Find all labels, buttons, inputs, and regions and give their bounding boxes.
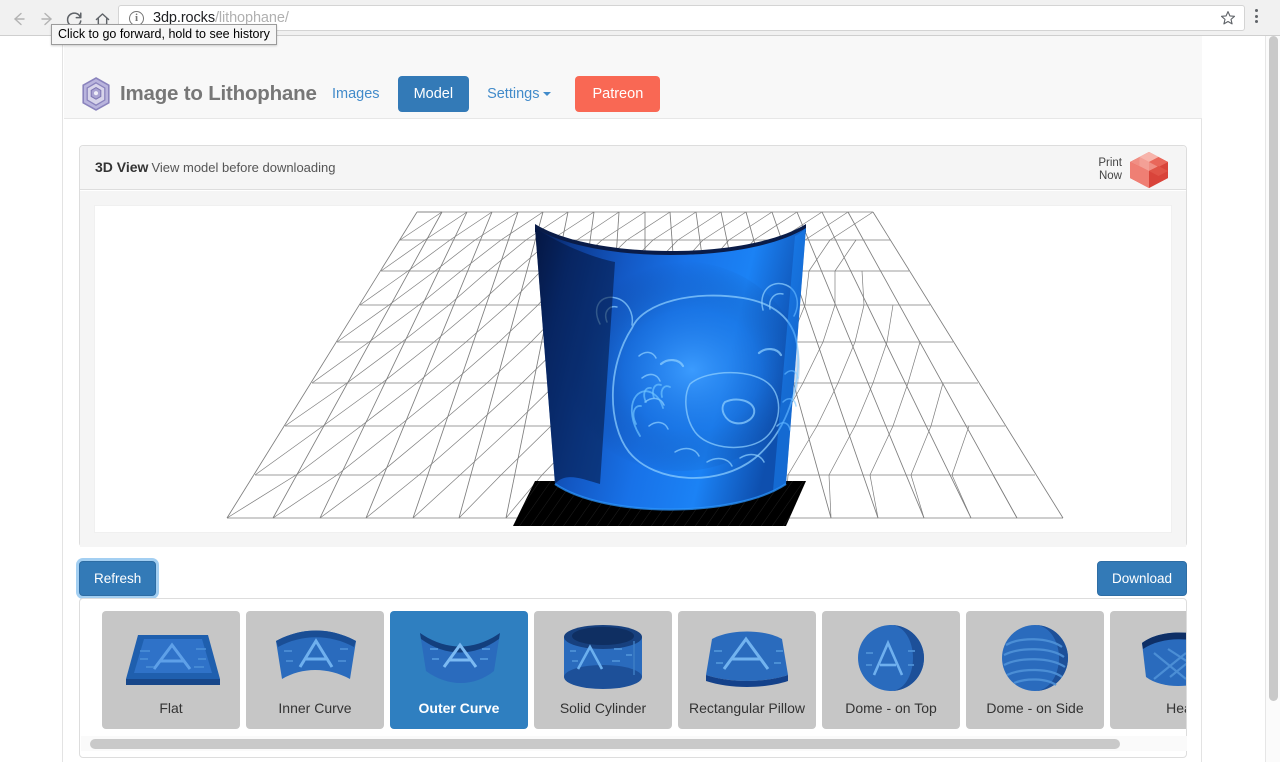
- shape-card-outer-curve[interactable]: Outer Curve: [390, 611, 528, 729]
- 3d-view-canvas-wrapper: [80, 191, 1186, 547]
- shape-label: Flat: [159, 700, 183, 716]
- address-bar[interactable]: i 3dp.rocks/lithophane/: [118, 5, 1245, 31]
- 3d-view-panel: 3D View View model before downloading Pri…: [79, 145, 1187, 547]
- dome-on-side-icon: [966, 619, 1104, 697]
- action-bar: Refresh Download: [79, 561, 1187, 597]
- shape-label: Dome - on Top: [845, 700, 937, 716]
- shape-card-flat[interactable]: Flat: [102, 611, 240, 729]
- gallery-scrollbar-thumb[interactable]: [90, 739, 1120, 749]
- shape-card-solid-cylinder[interactable]: Solid Cylinder: [534, 611, 672, 729]
- shape-gallery-strip: Flat Inner Curve Outer Curve Solid Cylin…: [102, 611, 1186, 729]
- solid-cylinder-icon: [534, 619, 672, 697]
- nav-link-images[interactable]: Images: [317, 76, 395, 112]
- shape-card-dome-on-top[interactable]: Dome - on Top: [822, 611, 960, 729]
- nav-button-model[interactable]: Model: [397, 76, 470, 112]
- shape-gallery-clip: Flat Inner Curve Outer Curve Solid Cylin…: [80, 611, 1186, 729]
- gallery-horizontal-scrollbar[interactable]: [81, 736, 1187, 751]
- nav-button-patreon[interactable]: Patreon: [575, 76, 661, 112]
- lithophane-model: [535, 224, 806, 511]
- print-now-line1: Print: [1098, 157, 1122, 169]
- shape-card-rectangular-pillow[interactable]: Rectangular Pillow: [678, 611, 816, 729]
- page-viewport: Image to Lithophane Images Model Setting…: [0, 36, 1265, 762]
- menu-dot: [1254, 14, 1258, 18]
- site-navbar: Image to Lithophane Images Model Setting…: [64, 36, 1202, 119]
- print-now-line2: Now: [1098, 170, 1122, 182]
- rectangular-pillow-icon: [678, 619, 816, 697]
- download-button[interactable]: Download: [1096, 561, 1187, 596]
- page-vertical-scrollbar[interactable]: [1265, 36, 1280, 762]
- brand[interactable]: Image to Lithophane: [80, 76, 317, 112]
- nav-link-settings-label: Settings: [487, 86, 540, 102]
- print-now-label: Print Now: [1098, 157, 1122, 183]
- nav-link-settings[interactable]: Settings: [472, 76, 566, 112]
- shape-label: Inner Curve: [278, 700, 352, 716]
- page-title: 3D View: [95, 159, 149, 175]
- chevron-down-icon: [543, 92, 552, 97]
- red-hexagon-cube-icon: [1130, 152, 1168, 188]
- main-content-panel: Image to Lithophane Images Model Setting…: [62, 36, 1202, 762]
- page-scrollbar-thumb[interactable]: [1269, 36, 1278, 701]
- dome-on-top-icon: [822, 619, 960, 697]
- print-now-badge[interactable]: Print Now: [1098, 150, 1172, 190]
- navbar-links: Images Model Settings Patreon: [317, 76, 661, 112]
- shape-label: Dome - on Side: [986, 700, 1084, 716]
- 3d-view-canvas[interactable]: [94, 205, 1172, 533]
- outer-curve-icon: [390, 619, 528, 697]
- brand-title: Image to Lithophane: [120, 82, 317, 105]
- shape-label: Hea: [1166, 700, 1186, 716]
- inner-curve-icon: [246, 619, 384, 697]
- shape-label: Outer Curve: [418, 700, 500, 716]
- browser-menu-button[interactable]: [1254, 9, 1258, 26]
- shape-label: Solid Cylinder: [559, 700, 647, 716]
- shape-card-inner-curve[interactable]: Inner Curve: [246, 611, 384, 729]
- 3d-view-panel-header: 3D View View model before downloading Pri…: [80, 146, 1186, 190]
- menu-dot: [1254, 20, 1258, 23]
- menu-dot: [1254, 9, 1258, 12]
- 3d-scene: [226, 211, 1064, 526]
- flat-plate-icon: [102, 619, 240, 697]
- back-button[interactable]: [8, 8, 30, 30]
- refresh-button[interactable]: Refresh: [79, 561, 157, 596]
- star-glyph: [1220, 11, 1236, 25]
- heart-icon: [1110, 619, 1186, 697]
- shape-gallery: Flat Inner Curve Outer Curve Solid Cylin…: [79, 598, 1187, 758]
- shape-label: Rectangular Pillow: [689, 700, 805, 716]
- shape-card-heart[interactable]: Hea: [1110, 611, 1186, 729]
- arrow-left-icon: [14, 12, 25, 26]
- star-icon[interactable]: [1220, 10, 1236, 30]
- page-subtitle: View model before downloading: [151, 160, 336, 175]
- hexagon-cube-logo-icon: [82, 77, 110, 111]
- forward-button-tooltip: Click to go forward, hold to see history: [51, 24, 277, 45]
- shape-card-dome-on-side[interactable]: Dome - on Side: [966, 611, 1104, 729]
